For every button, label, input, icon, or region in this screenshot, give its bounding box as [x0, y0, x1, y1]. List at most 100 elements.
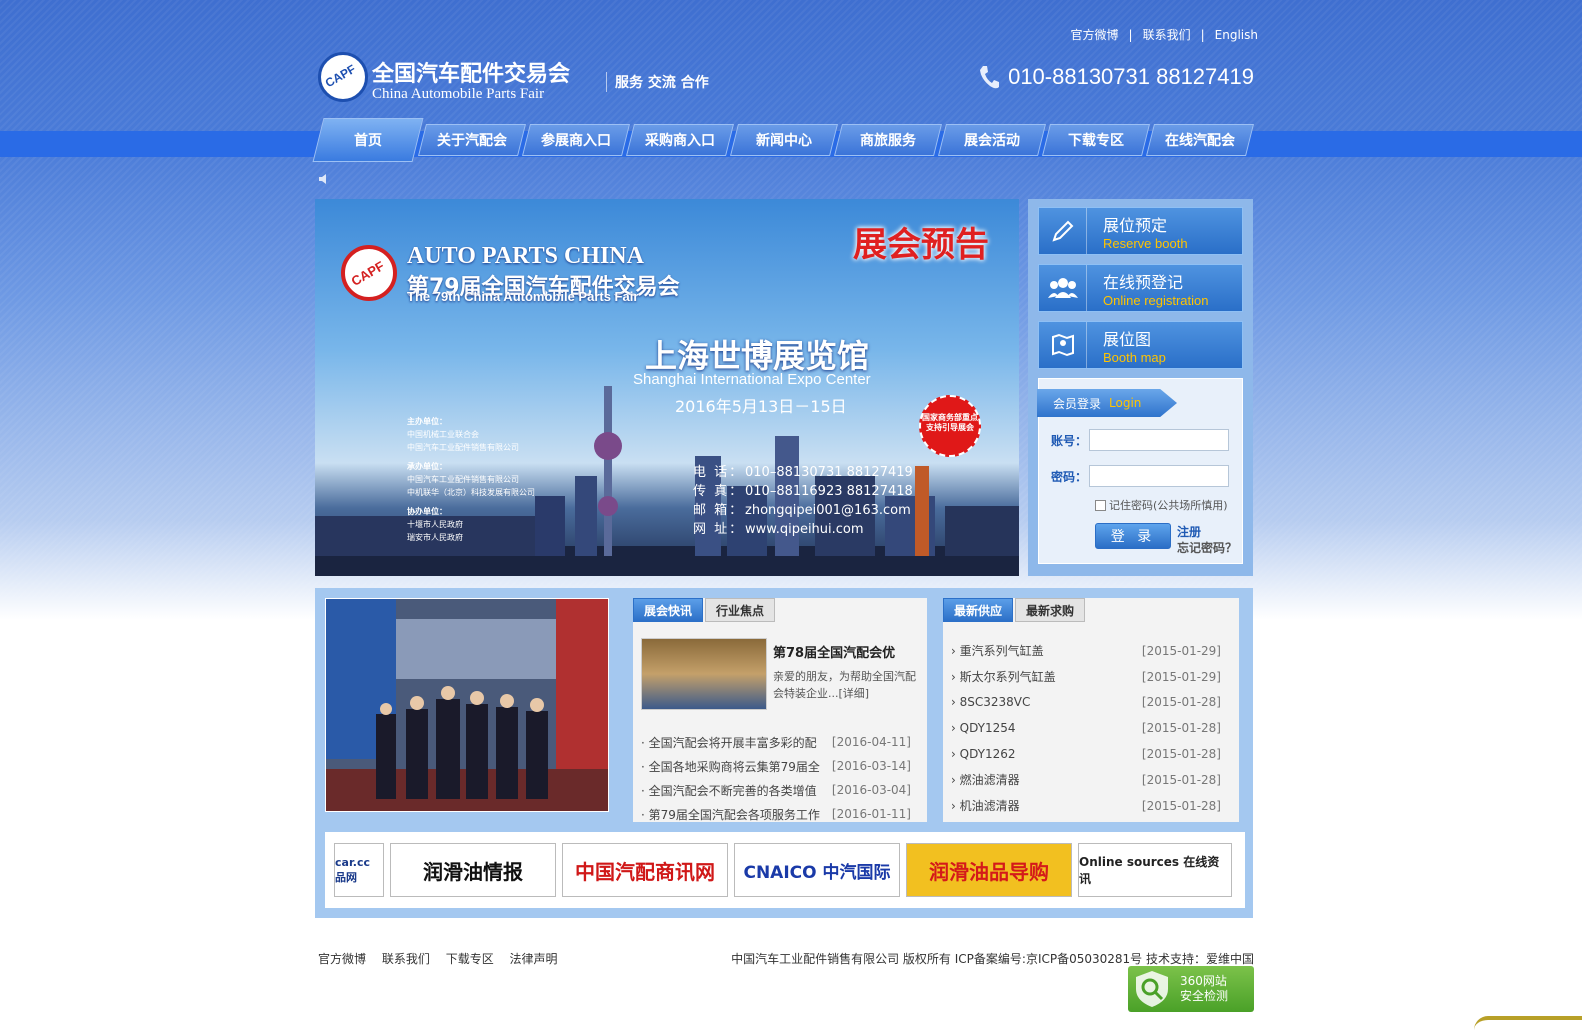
org-heading: 主办单位： — [407, 417, 447, 426]
news-thumbnail[interactable] — [641, 638, 767, 710]
password-input[interactable] — [1089, 465, 1229, 487]
list-item-title[interactable]: 第79届全国汽配会各项服务工作 — [641, 806, 820, 823]
contact-value: zhongqipei001@163.com — [745, 503, 911, 518]
tab-industry-focus[interactable]: 行业焦点 — [705, 598, 776, 622]
footer-link-legal[interactable]: 法律声明 — [510, 952, 558, 966]
users-icon — [1047, 278, 1078, 298]
nav-label: 商旅服务 — [860, 133, 916, 149]
list-item-title[interactable]: 8SC3238VC — [951, 695, 1031, 709]
supply-tabs: 最新供应 最新求购 — [943, 598, 1086, 622]
login-tab-cn: 会员登录 — [1053, 396, 1102, 411]
logo-title-cn: 全国汽车配件交易会 — [372, 62, 571, 87]
contact-value: 010–88116923 88127418 — [745, 484, 913, 499]
list-item-date: [2015-01-29] — [1141, 669, 1221, 684]
list-item-title[interactable]: 燃油滤清器 — [951, 771, 1020, 788]
partner-logo[interactable]: 润滑油情报 — [390, 843, 556, 897]
nav-about[interactable]: 关于汽配会 — [418, 118, 526, 162]
event-banner[interactable]: 展会预告 AUTO PARTS CHINA 第79届全国汽车配件交易会 The … — [315, 199, 1019, 576]
nav-travel[interactable]: 商旅服务 — [834, 118, 942, 162]
contact-label: 网 址： — [693, 522, 745, 537]
corner-decoration — [1474, 1016, 1582, 1030]
online-registration-button[interactable]: 在线预登记 Online registration — [1038, 264, 1243, 312]
footer: 官方微博 联系我们 下载专区 法律声明 中国汽车工业配件销售有限公司 版权所有 … — [318, 950, 1254, 967]
list-item[interactable]: 燃油滤清器 [2015-01-28] — [951, 767, 1221, 793]
speaker-icon[interactable] — [318, 172, 332, 186]
nav-download[interactable]: 下载专区 — [1042, 118, 1150, 162]
weibo-link[interactable]: 官方微博 — [1071, 28, 1119, 42]
nav-label: 采购商入口 — [645, 133, 715, 149]
list-item-title[interactable]: 全国各地采购商将云集第79届全 — [641, 758, 820, 775]
partner-logo[interactable]: Online sources 在线资讯 — [1078, 843, 1232, 897]
list-item-title[interactable]: 机油滤清器 — [951, 797, 1020, 814]
nav-home[interactable]: 首页 — [312, 118, 424, 162]
login-button[interactable]: 登 录 — [1095, 523, 1171, 549]
list-item[interactable]: 重汽系列气缸盖 [2015-01-29] — [951, 638, 1221, 664]
banner-organizers: 主办单位： 中国机械工业联合会 中国汽车工业配件销售有限公司 承办单位： 中国汽… — [407, 409, 535, 544]
service-panel: 展位预定 Reserve booth 在线预登记 Online registrati… — [1028, 199, 1253, 576]
nav-online[interactable]: 在线汽配会 — [1146, 118, 1254, 162]
news-panel: 展会快讯 行业焦点 第78届全国汽配会优 亲爱的朋友，为帮助全国汽配会特装企业.… — [633, 598, 927, 822]
exhibition-photo-image — [326, 599, 608, 811]
tab-latest-purchase[interactable]: 最新求购 — [1015, 598, 1086, 622]
footer-link-download[interactable]: 下载专区 — [446, 952, 494, 966]
nav-buyer[interactable]: 采购商入口 — [626, 118, 734, 162]
list-item[interactable]: QDY1262 [2015-01-28] — [951, 741, 1221, 767]
hotline: 010-88130731 88127419 — [978, 64, 1254, 90]
list-item-title[interactable]: 斯太尔系列气缸盖 — [951, 668, 1056, 685]
hotline-number: 010-88130731 88127419 — [1008, 64, 1254, 89]
banner-announcement: 展会预告 — [853, 225, 989, 265]
nav-label: 新闻中心 — [756, 133, 812, 149]
site-logo[interactable]: 全国汽车配件交易会 China Automobile Parts Fair 服务… — [318, 52, 718, 108]
member-login-box: 会员登录 Login 账号： 密码： 记住密码(公共场所慎用) 登 录 注册 忘记… — [1037, 378, 1243, 564]
partner-logo[interactable]: car.cc 品网 — [334, 843, 384, 897]
remember-checkbox[interactable] — [1095, 499, 1106, 511]
booth-map-button[interactable]: 展位图 Booth map — [1038, 321, 1243, 369]
account-input[interactable] — [1089, 429, 1229, 451]
list-item[interactable]: 全国汽配会将开展丰富多彩的配 [2016-04-11] — [641, 730, 911, 754]
list-item[interactable]: 全国各地采购商将云集第79届全 [2016-03-14] — [641, 754, 911, 778]
list-item[interactable]: 第79届全国汽配会各项服务工作 [2016-01-11] — [641, 802, 911, 826]
list-item-title[interactable]: QDY1262 — [951, 747, 1016, 761]
english-link[interactable]: English — [1215, 28, 1258, 42]
banner-title-en: AUTO PARTS CHINA — [407, 243, 644, 269]
security-check-badge[interactable]: 360网站 安全检测 — [1128, 966, 1254, 1012]
list-item[interactable]: 机油滤清器 [2015-01-28] — [951, 793, 1221, 819]
contact-link[interactable]: 联系我们 — [1143, 28, 1191, 42]
contact-value: 010–88130731 88127419 — [745, 465, 913, 480]
contact-value: www.qipeihui.com — [745, 522, 864, 537]
exhibition-photo[interactable] — [325, 598, 609, 812]
forgot-password-link[interactable]: 忘记密码？ — [1177, 539, 1237, 556]
tab-exhibition-news[interactable]: 展会快讯 — [633, 598, 704, 622]
phone-icon — [980, 66, 1000, 89]
list-item-date: [2015-01-28] — [1141, 747, 1221, 762]
list-item-title[interactable]: 全国汽配会不断完善的各类增值 — [641, 782, 817, 799]
nav-label: 展会活动 — [964, 133, 1020, 149]
register-link[interactable]: 注册 — [1177, 523, 1201, 540]
service-title: 在线预登记 — [1103, 272, 1184, 292]
list-item-title[interactable]: 全国汽配会将开展丰富多彩的配 — [641, 734, 817, 751]
nav-events[interactable]: 展会活动 — [938, 118, 1046, 162]
list-item[interactable]: 全国汽配会不断完善的各类增值 [2016-03-04] — [641, 778, 911, 802]
list-item[interactable]: 斯太尔系列气缸盖 [2015-01-29] — [951, 664, 1221, 690]
list-item-title[interactable]: QDY1254 — [951, 721, 1016, 735]
list-item[interactable]: QDY1254 [2015-01-28] — [951, 715, 1221, 741]
footer-link-weibo[interactable]: 官方微博 — [318, 952, 366, 966]
partner-logo[interactable]: 中国汽配商讯网 — [562, 843, 728, 897]
tab-latest-supply[interactable]: 最新供应 — [943, 598, 1014, 622]
list-item-title[interactable]: 重汽系列气缸盖 — [951, 642, 1044, 659]
main-nav: 首页 关于汽配会 参展商入口 采购商入口 新闻中心 商旅服务 展会活动 下载专区… — [312, 118, 1258, 162]
news-feature-title[interactable]: 第78届全国汽配会优 — [773, 642, 895, 661]
top-links: 官方微博 | 联系我们 | English — [1070, 28, 1258, 42]
partner-logo[interactable]: 润滑油品导购 — [906, 843, 1072, 897]
footer-link-contact[interactable]: 联系我们 — [382, 952, 430, 966]
copyright: 中国汽车工业配件销售有限公司 版权所有 ICP备案编号:京ICP备0503028… — [731, 952, 1254, 966]
list-item[interactable]: 8SC3238VC [2015-01-28] — [951, 690, 1221, 716]
nav-news[interactable]: 新闻中心 — [730, 118, 838, 162]
nav-exhibitor[interactable]: 参展商入口 — [522, 118, 630, 162]
remember-password[interactable]: 记住密码(公共场所慎用) — [1095, 497, 1228, 513]
slogan: 服务 交流 合作 — [606, 72, 709, 92]
partner-logo[interactable]: CNAICO 中汽国际 — [734, 843, 900, 897]
list-item-date: [2015-01-28] — [1141, 772, 1221, 787]
reserve-booth-button[interactable]: 展位预定 Reserve booth — [1038, 207, 1243, 255]
partner-logo-text: car.cc 品网 — [335, 855, 371, 884]
